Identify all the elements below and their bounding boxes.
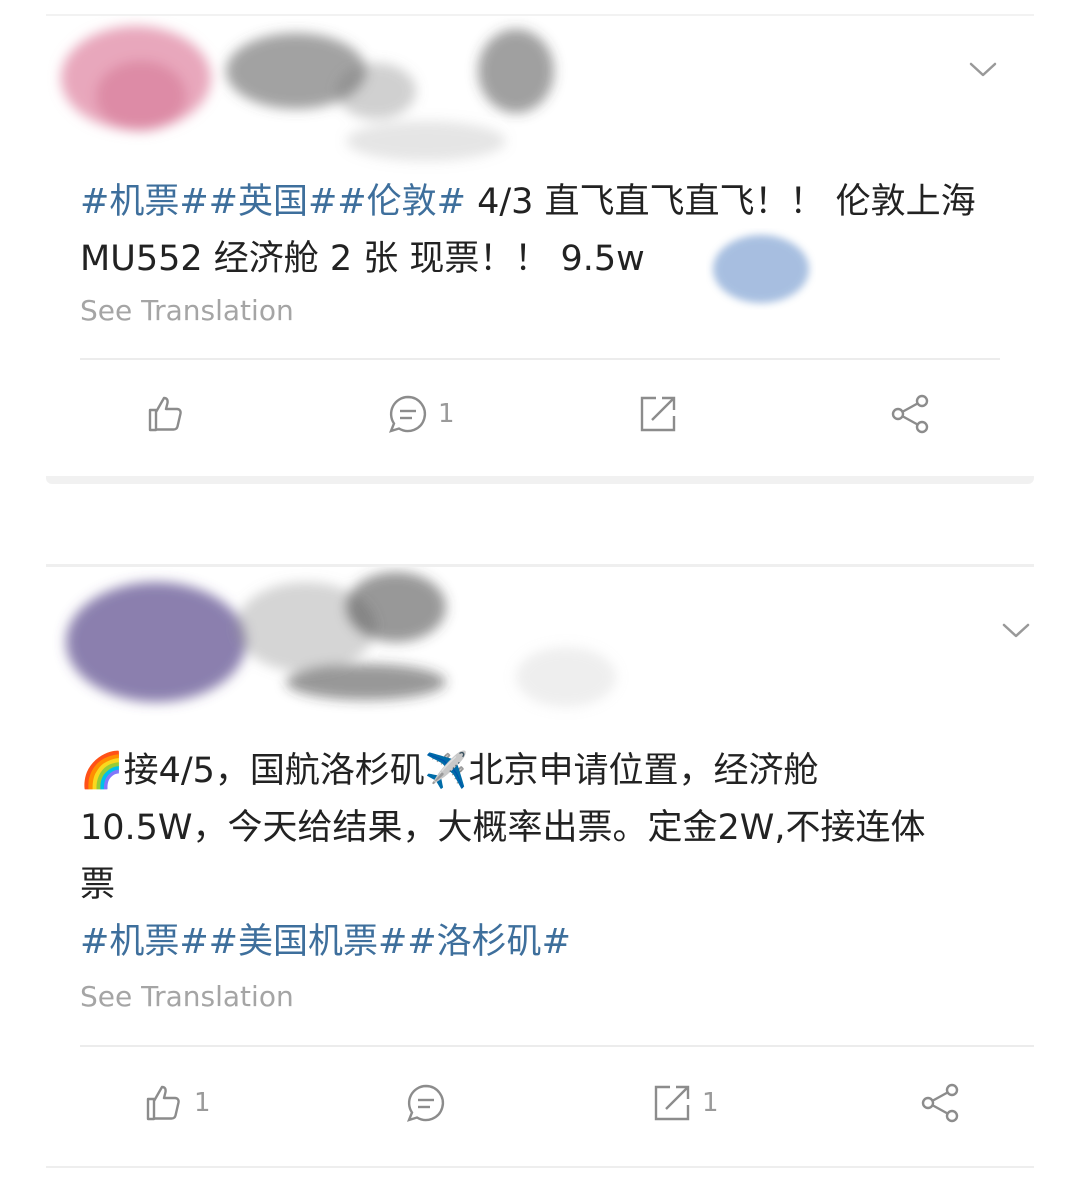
post-text: #机票##英国##伦敦# 4/3 直飞直飞直飞！！ 伦敦上海 MU552 经济舱… — [80, 182, 976, 279]
action-bar: 1 — [46, 378, 1034, 458]
comment-button[interactable] — [404, 1081, 456, 1125]
share-icon — [891, 394, 929, 434]
redacted-text-scribble — [713, 235, 809, 303]
thumbs-up-icon — [148, 396, 182, 432]
thumbs-up-icon — [146, 1085, 180, 1121]
see-translation-link[interactable]: See Translation — [80, 294, 294, 327]
share-button[interactable] — [888, 392, 932, 436]
repost-icon — [640, 396, 676, 432]
chevron-down-icon[interactable] — [1001, 621, 1031, 641]
share-icon — [921, 1083, 959, 1123]
chevron-down-icon[interactable] — [968, 60, 998, 80]
like-button[interactable]: 1 — [142, 1081, 211, 1125]
hashtag-link[interactable]: #机票##英国##伦敦# — [80, 182, 466, 222]
repost-button[interactable]: 1 — [650, 1081, 719, 1125]
post-card: 🌈接4/5，国航洛杉矶✈️北京申请位置，经济舱 10.5W，今天给结果，大概率出… — [46, 564, 1034, 1170]
comment-button[interactable]: 1 — [386, 392, 455, 436]
comment-bubble-icon — [388, 395, 427, 433]
hashtag-link[interactable]: #机票##美国机票##洛杉矶# — [80, 914, 1004, 971]
divider — [80, 1045, 1034, 1047]
divider — [46, 1166, 1034, 1168]
share-button[interactable] — [918, 1081, 962, 1125]
action-bar: 1 1 — [46, 1067, 1034, 1147]
repost-button[interactable] — [636, 392, 688, 436]
like-button[interactable] — [144, 392, 196, 436]
see-translation-link[interactable]: See Translation — [80, 980, 294, 1013]
divider — [80, 358, 1000, 360]
post-text: 🌈接4/5，国航洛杉矶✈️北京申请位置，经济舱 10.5W，今天给结果，大概率出… — [80, 743, 1004, 971]
repost-icon — [654, 1085, 690, 1121]
comment-bubble-icon — [406, 1084, 445, 1122]
redacted-author-scribble — [66, 572, 616, 707]
card-bottom-edge — [46, 476, 1034, 484]
post-card: #机票##英国##伦敦# 4/3 直飞直飞直飞！！ 伦敦上海 MU552 经济舱… — [46, 14, 1034, 484]
redacted-author-scribble — [61, 26, 554, 161]
